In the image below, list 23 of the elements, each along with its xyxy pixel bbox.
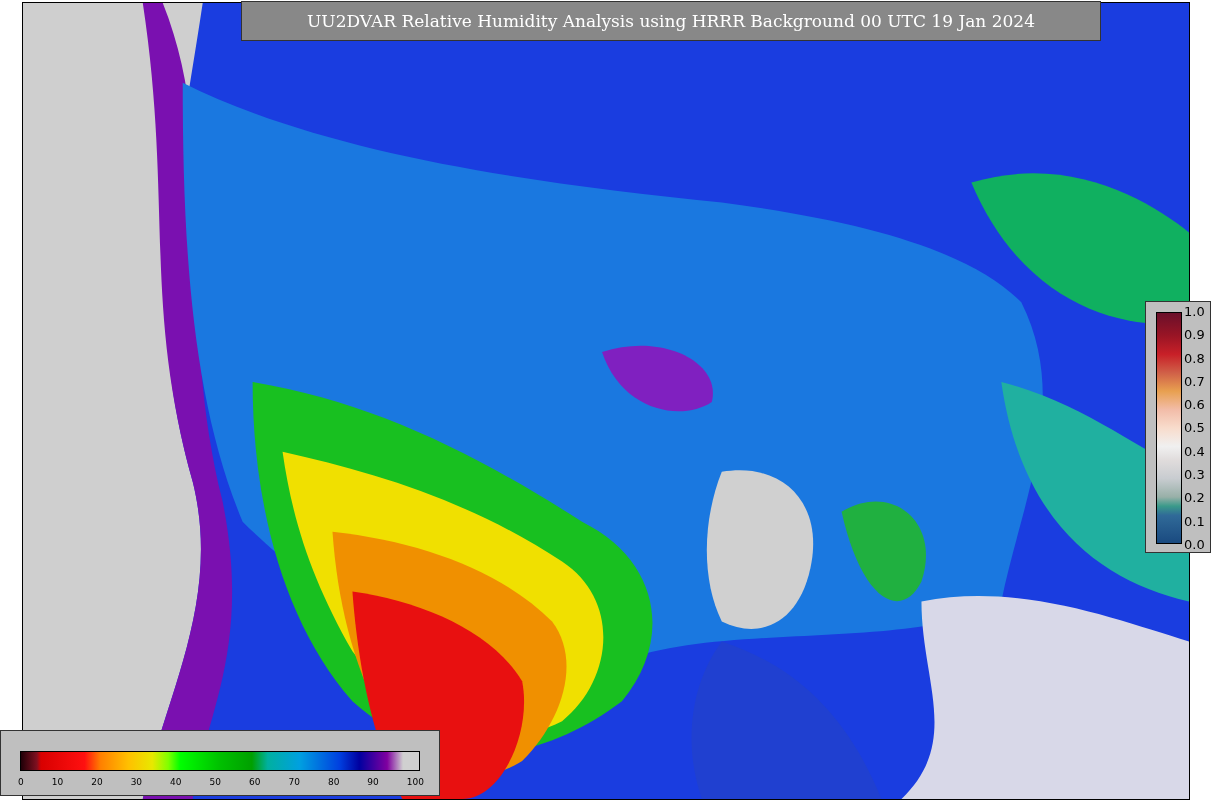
legend-label: 80 <box>327 777 340 787</box>
legend-label: 10 <box>51 777 64 787</box>
legend-label: 70 <box>288 777 300 787</box>
map-title: UU2DVAR Relative Humidity Analysis using HRRR Background 00 UTC 19 Jan 2024 <box>241 1 1101 41</box>
legend-label: 0.3 <box>1184 467 1205 483</box>
legend-label: 0.9 <box>1184 327 1205 343</box>
legend-label: 0.7 <box>1184 373 1205 389</box>
legend-label: 20 <box>91 777 103 787</box>
legend-label: 90 <box>367 777 379 787</box>
legend-label: 0.5 <box>1184 420 1205 436</box>
legend-label: 0.6 <box>1184 397 1205 413</box>
legend-label: 50 <box>209 777 221 787</box>
legend-label: 0.2 <box>1184 490 1205 506</box>
legend-label: 40 <box>170 777 182 787</box>
legend-label: 60 <box>249 777 261 787</box>
legend-label: 100 <box>406 777 424 787</box>
legend-label: 0.8 <box>1184 350 1205 366</box>
legend-label: 0.1 <box>1184 513 1205 529</box>
legend-label: 0 <box>18 777 24 787</box>
legend-label: 0.0 <box>1184 536 1205 552</box>
legend-label: 1.0 <box>1184 304 1205 319</box>
legend-label: 30 <box>130 777 143 787</box>
legend-label: 0.4 <box>1184 443 1205 459</box>
